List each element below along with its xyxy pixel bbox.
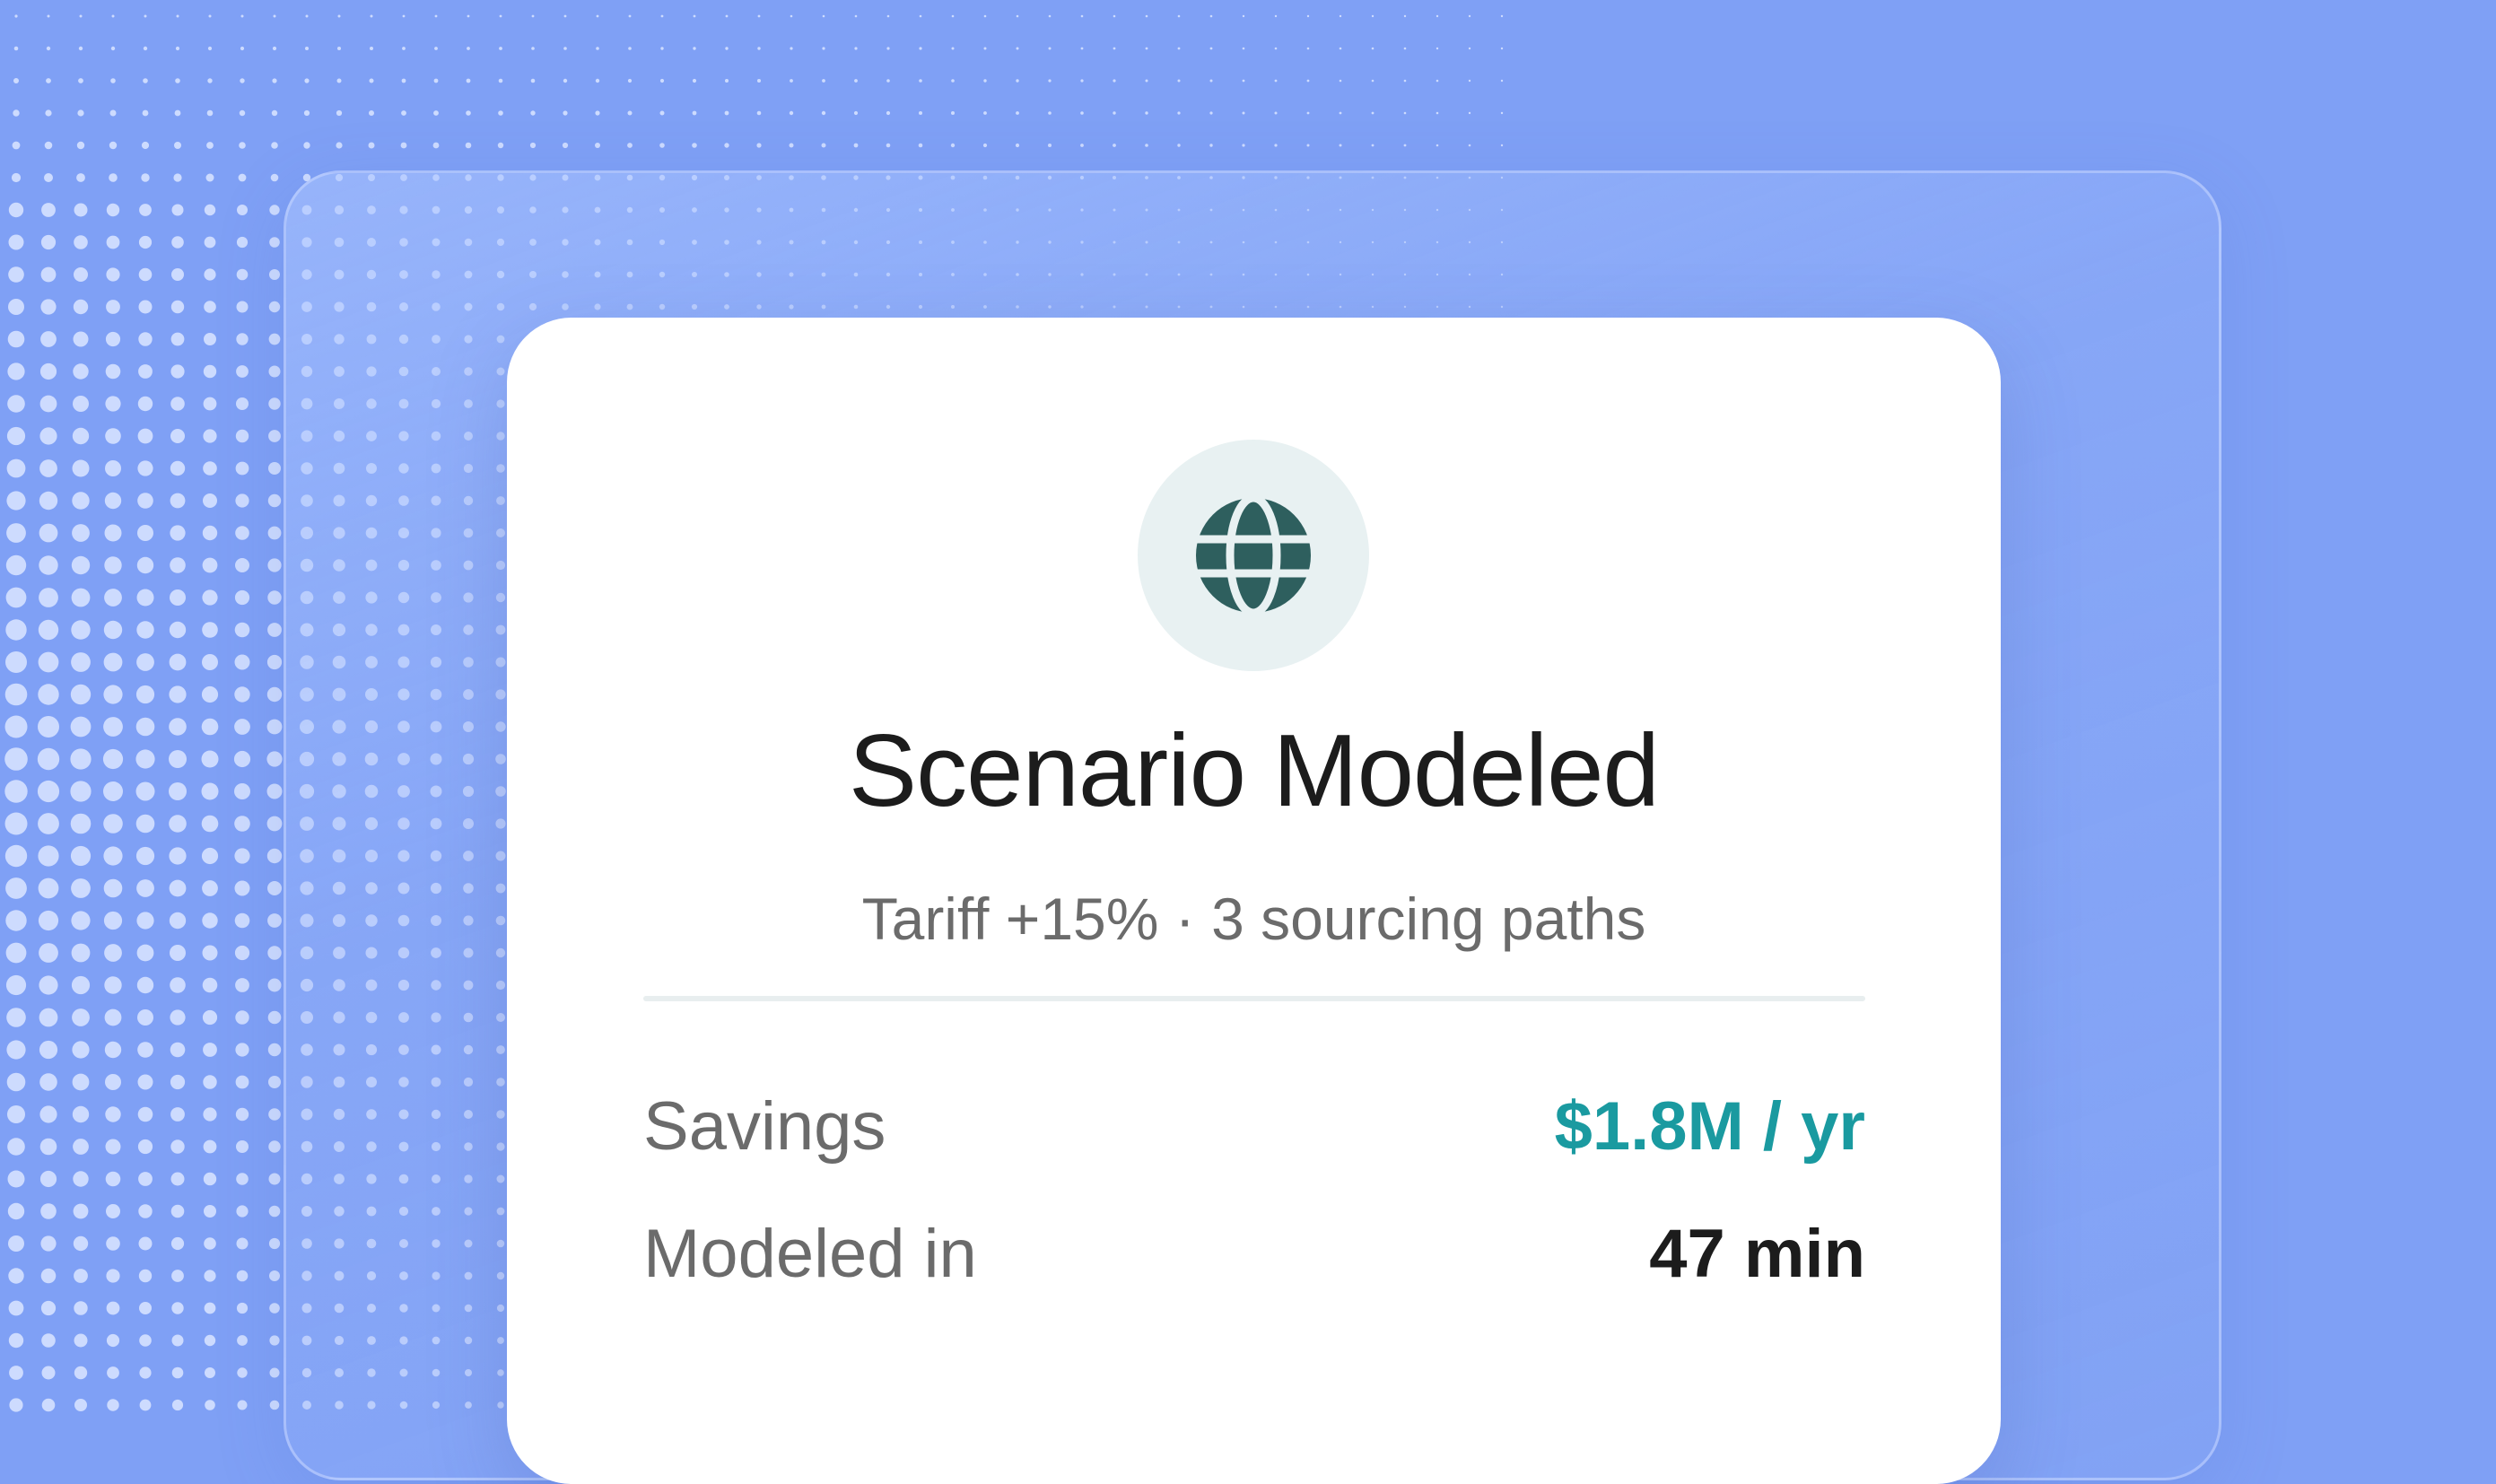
scenario-result-card: Scenario Modeled Tariff +15% · 3 sourcin…	[507, 318, 2001, 1484]
savings-label: Savings	[643, 1088, 886, 1165]
savings-value: $1.8M / yr	[1554, 1088, 1865, 1165]
savings-row: Savings $1.8M / yr	[643, 1087, 1865, 1165]
icon-badge	[1138, 440, 1369, 671]
globe-icon	[1194, 496, 1313, 615]
modeled-time-value: 47 min	[1649, 1216, 1865, 1292]
modeled-time-label: Modeled in	[643, 1216, 977, 1292]
divider	[643, 996, 1865, 1001]
card-subtitle: Tariff +15% · 3 sourcing paths	[861, 886, 1646, 952]
modeled-time-row: Modeled in 47 min	[643, 1215, 1865, 1293]
card-title: Scenario Modeled	[849, 714, 1660, 828]
